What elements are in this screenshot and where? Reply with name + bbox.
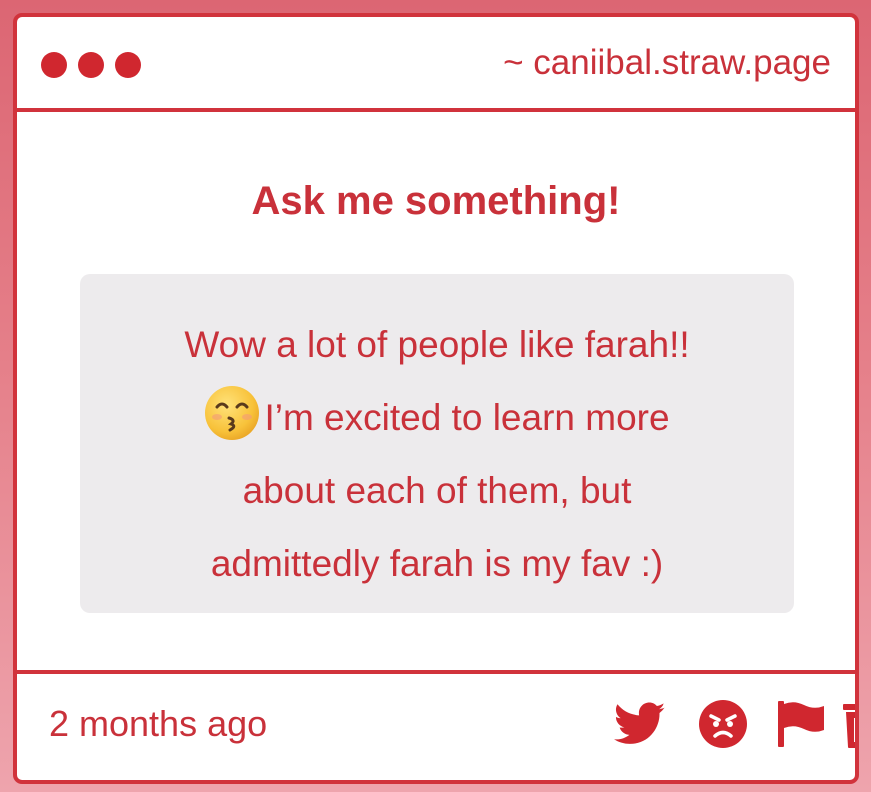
question-line-2-text: I’m excited to learn more	[264, 397, 670, 438]
angry-face-icon	[699, 700, 747, 748]
question-line-4: admittedly farah is my fav :)	[210, 543, 664, 584]
window-titlebar: ~ caniibal.straw.page	[17, 17, 855, 112]
twitter-share-button[interactable]	[610, 674, 670, 774]
question-line-2: I’m excited to learn more	[80, 381, 794, 454]
trash-icon	[843, 704, 855, 748]
question-line-3: about each of them, but	[242, 470, 632, 511]
timestamp: 2 months ago	[49, 703, 268, 744]
question-line-1: Wow a lot of people like farah!!	[184, 324, 690, 365]
page-url[interactable]: ~ caniibal.straw.page	[503, 41, 831, 85]
main-content: Ask me something! Wow a lot of people li…	[17, 112, 855, 670]
flag-icon	[778, 701, 824, 747]
question-card: ~ caniibal.straw.page Ask me something! …	[13, 13, 859, 784]
window-dot-3	[115, 52, 141, 78]
delete-button[interactable]	[839, 674, 855, 774]
block-user-button[interactable]	[693, 674, 753, 774]
window-controls	[41, 52, 141, 78]
question-text: Wow a lot of people like farah!! I’m exc…	[80, 308, 794, 600]
card-footer: 2 months ago	[17, 670, 855, 780]
question-box: Wow a lot of people like farah!! I’m exc…	[80, 274, 794, 613]
kissing-face-emoji-icon	[204, 385, 260, 441]
twitter-icon	[614, 702, 666, 744]
report-button[interactable]	[771, 674, 831, 774]
page-title: Ask me something!	[251, 179, 621, 223]
window-dot-1	[41, 52, 67, 78]
window-dot-2	[78, 52, 104, 78]
action-bar	[495, 674, 855, 780]
